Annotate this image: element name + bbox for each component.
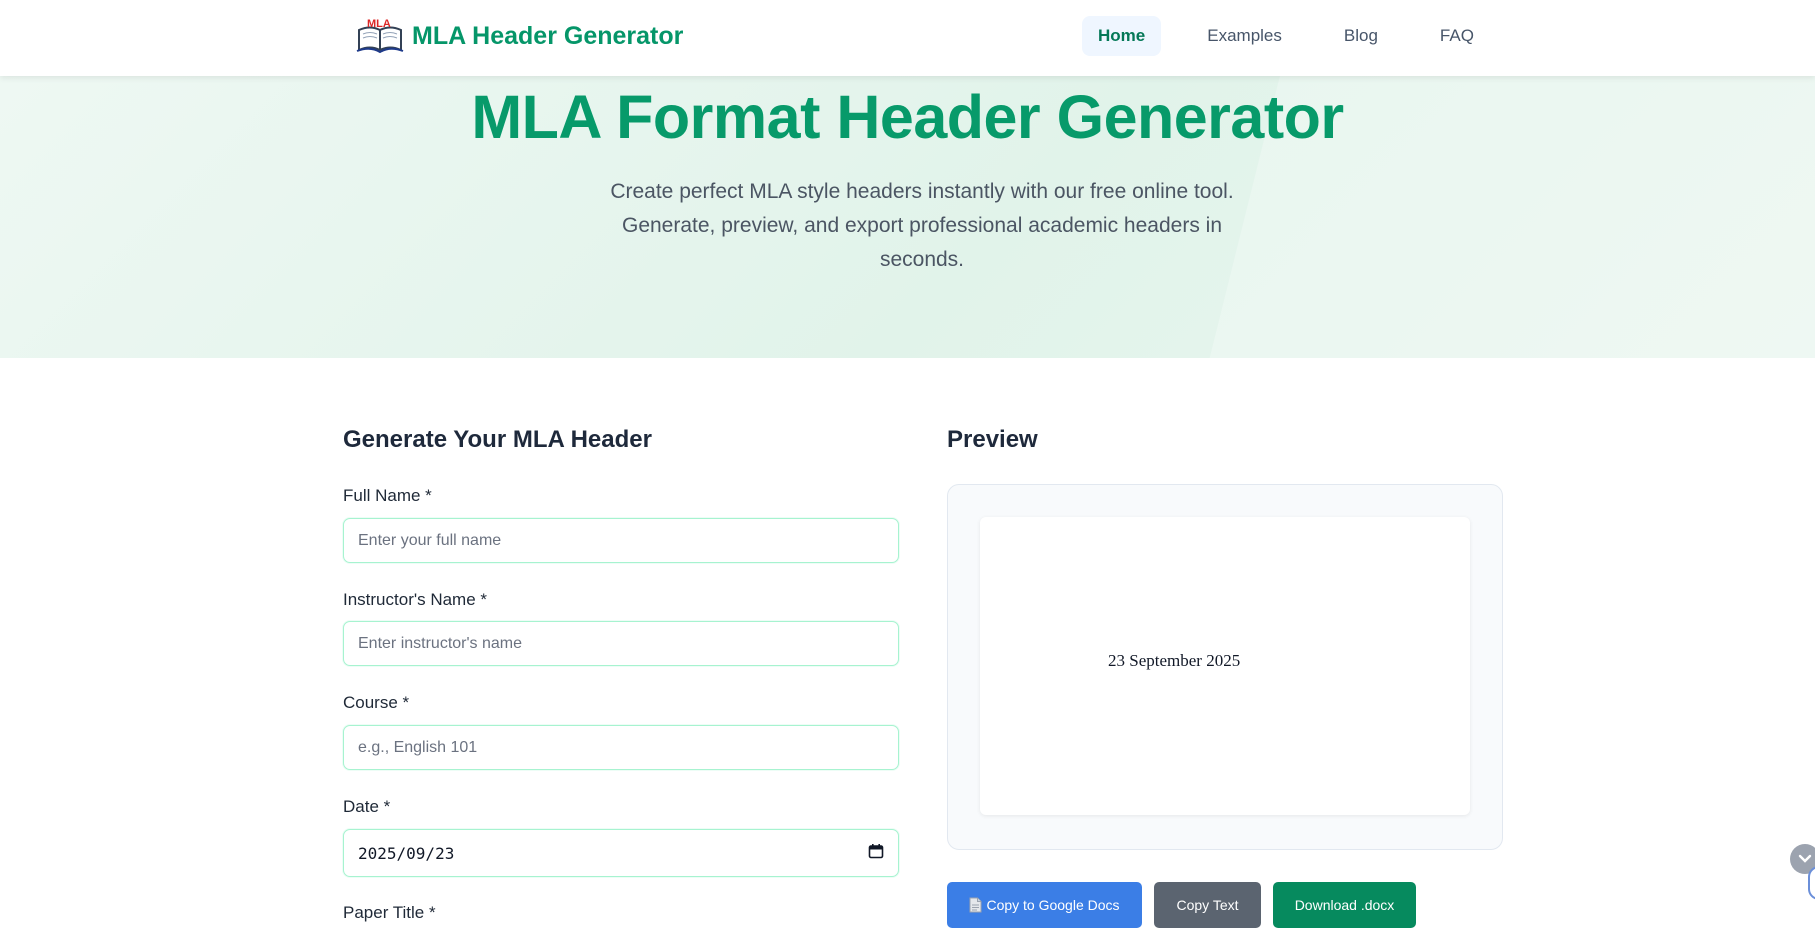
course-label: Course * (343, 693, 410, 712)
paper-title-label: Paper Title * (343, 903, 436, 922)
nav-home-link[interactable]: Home (1082, 16, 1162, 56)
full-name-label: Full Name * (343, 486, 432, 505)
hero-subtitle: Create perfect MLA style headers instant… (610, 180, 1234, 271)
copy-text-button[interactable]: Copy Text (1154, 882, 1261, 928)
calendar-icon[interactable] (868, 843, 884, 863)
form-title: Generate Your MLA Header (343, 426, 652, 453)
date-input[interactable]: 2025/09/23 (343, 829, 899, 877)
nav-faq-link[interactable]: FAQ (1424, 16, 1490, 56)
open-book-icon: MLA (356, 18, 404, 54)
nav-examples-link[interactable]: Examples (1191, 16, 1298, 56)
site-header: MLA MLA Header Generator Home Examples B… (0, 0, 1815, 76)
preview-date-line: 23 September 2025 (1108, 651, 1241, 670)
preview-paper: 23 September 2025 (980, 517, 1470, 815)
floating-widget[interactable] (1808, 866, 1815, 900)
site-name: MLA Header Generator (412, 21, 684, 50)
chevron-down-icon (1798, 854, 1812, 864)
page-title: MLA Format Header Generator (471, 83, 1344, 151)
logo-badge-text: MLA (367, 18, 391, 30)
preview-title: Preview (947, 426, 1038, 453)
document-icon (969, 897, 982, 913)
full-name-input[interactable]: Enter your full name (343, 518, 899, 563)
copy-to-google-docs-label: Copy to Google Docs (986, 897, 1120, 913)
main-nav: Home Examples Blog FAQ (1082, 16, 1490, 56)
instructor-name-label: Instructor's Name * (343, 590, 488, 609)
date-label: Date * (343, 797, 391, 816)
preview-container: 23 September 2025 (947, 484, 1503, 850)
instructor-name-input[interactable]: Enter instructor's name (343, 621, 899, 666)
course-input[interactable]: e.g., English 101 (343, 725, 899, 770)
date-value: 2025/09/23 (358, 843, 455, 863)
download-docx-button[interactable]: Download .docx (1273, 882, 1416, 928)
copy-to-google-docs-button[interactable]: Copy to Google Docs (947, 882, 1142, 928)
logo-link[interactable]: MLA MLA Header Generator (356, 18, 683, 54)
hero-section: MLA Format Header Generator Create perfe… (0, 76, 1815, 358)
nav-blog-link[interactable]: Blog (1328, 16, 1394, 56)
